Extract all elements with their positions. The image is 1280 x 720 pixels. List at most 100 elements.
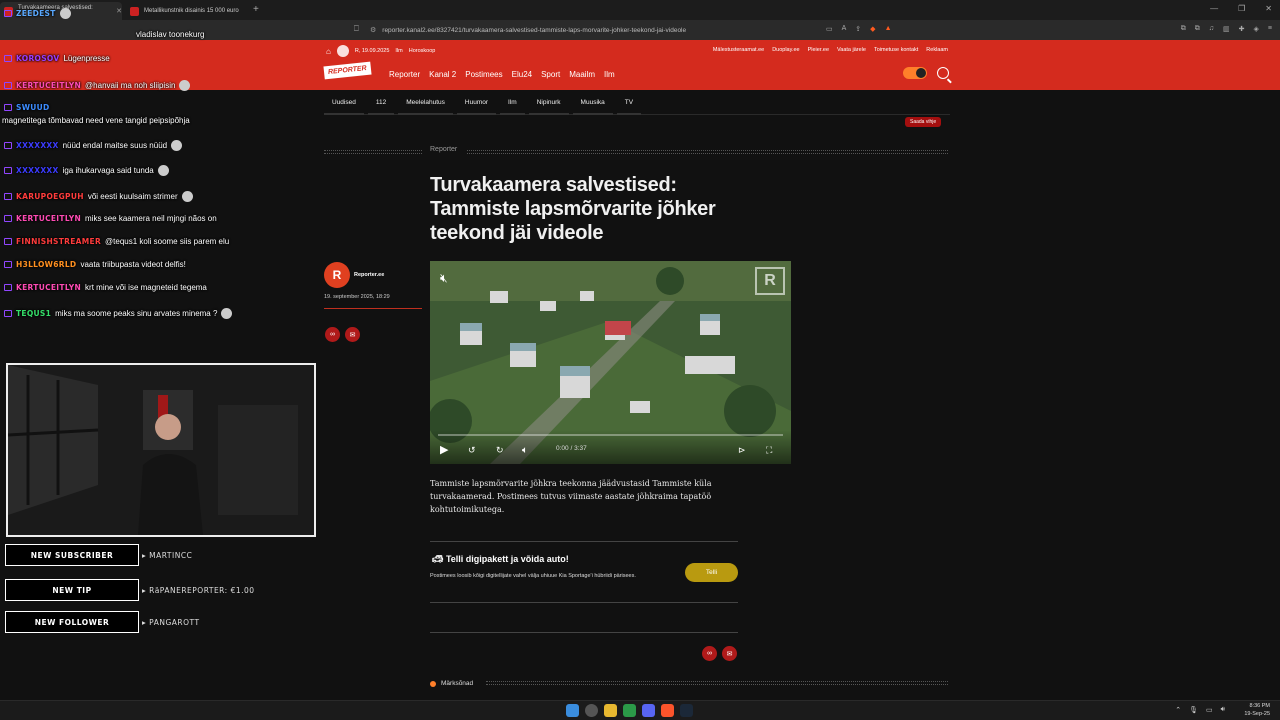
nav-item[interactable]: Elu24: [512, 70, 532, 79]
subnav-item[interactable]: 112: [367, 95, 395, 115]
subnav-item[interactable]: Uudised: [324, 95, 364, 115]
chat-badge-icon: [4, 261, 12, 268]
volume-icon[interactable]: 🔈︎: [522, 445, 528, 456]
subnav-item[interactable]: Huumor: [456, 95, 497, 115]
share-icon[interactable]: ⇪: [855, 25, 861, 33]
weather-link[interactable]: Ilm: [395, 48, 402, 54]
brave-icon[interactable]: [661, 704, 674, 717]
file-explorer-icon[interactable]: [604, 704, 617, 717]
nav-item[interactable]: Ilm: [604, 70, 615, 79]
util-link[interactable]: Mälestusteraamat.ee: [713, 47, 764, 53]
taskbar-clock[interactable]: 8:36 PM 19-Sep-25: [1244, 703, 1270, 718]
keywords-label: Märksõnad: [441, 680, 474, 687]
site-info-icon[interactable]: ⚙: [370, 26, 376, 34]
menu-icon[interactable]: ≡: [1268, 25, 1272, 33]
close-window-icon[interactable]: ✕: [1265, 4, 1272, 13]
muted-icon[interactable]: 🔇︎: [440, 271, 448, 286]
chat-message: KERTUCEITLYN miks see kaamera neil mjngi …: [4, 214, 217, 223]
section-label[interactable]: Reporter: [430, 146, 457, 153]
chat-message: SWUUD: [4, 103, 50, 112]
url-text: reporter.kanal2.ee/8327421/turvakaamera-…: [382, 26, 687, 34]
start-icon[interactable]: [566, 704, 579, 717]
util-link[interactable]: Toimetuse kontakt: [874, 47, 918, 53]
sidebar-icon[interactable]: ▥: [1223, 25, 1230, 33]
rewind-icon[interactable]: ↺: [468, 445, 476, 456]
emote-icon: [157, 165, 169, 176]
link-icon[interactable]: ∞: [325, 327, 340, 342]
address-icons: ▭ A ⇪ ◆ ▲: [826, 25, 892, 33]
nav-item[interactable]: Reporter: [389, 70, 420, 79]
new-tab-button[interactable]: +: [253, 4, 259, 15]
pip-icon[interactable]: ⊳: [738, 445, 746, 456]
alert-label: NEW TIP: [5, 579, 139, 601]
chevron-up-icon[interactable]: ⌃: [1175, 706, 1181, 714]
nav-item[interactable]: Sport: [541, 70, 560, 79]
horoscope-link[interactable]: Horoskoop: [409, 48, 436, 54]
brave-shields-icon[interactable]: ◆: [870, 25, 875, 33]
close-icon[interactable]: ✕: [116, 7, 122, 15]
search-icon[interactable]: [585, 704, 598, 717]
network-icon[interactable]: ▭: [1206, 706, 1213, 714]
emote-icon: [221, 308, 233, 319]
publish-date: 19. september 2025, 18:29: [324, 294, 390, 300]
url-field[interactable]: ⚙ reporter.kanal2.ee/8327421/turvakaamer…: [370, 23, 900, 37]
site-logo[interactable]: REPORTER: [323, 61, 372, 80]
play-icon[interactable]: ▶: [440, 443, 448, 456]
util-link[interactable]: Vaata järele: [837, 47, 866, 53]
fullscreen-icon[interactable]: ⛶: [766, 445, 772, 456]
home-icon[interactable]: ⌂: [326, 47, 331, 56]
author-block[interactable]: R Reporter.ee: [324, 262, 384, 288]
subnav-item[interactable]: Ilm: [500, 95, 525, 115]
puzzle-icon[interactable]: ✚: [1239, 25, 1245, 33]
chat-username: XXXXXXX: [16, 166, 59, 175]
subnav-item[interactable]: Nipinurk: [528, 95, 569, 115]
chat-username: KERTUCEITLYN: [16, 214, 82, 223]
system-tray: ⌃ 🎙︎ ▭ 🔊︎: [1175, 706, 1225, 714]
send-tip-button[interactable]: Saada vihje: [905, 117, 942, 127]
bookmark-icon[interactable]: ⎕: [354, 24, 359, 34]
subscription-promo: 🚙︎ Telli digipakett ja võida auto! Posti…: [430, 541, 738, 603]
extension-icon[interactable]: ⧉: [1181, 25, 1186, 33]
forward-icon[interactable]: ↻: [496, 445, 504, 456]
subnav-item[interactable]: Muusika: [572, 95, 613, 115]
subnav-item[interactable]: Meelelahutus: [398, 95, 453, 115]
emote-icon: [171, 140, 183, 151]
subnav-item[interactable]: TV: [616, 95, 642, 115]
util-link[interactable]: Reklaam: [926, 47, 948, 53]
search-icon[interactable]: [937, 67, 949, 79]
mail-icon[interactable]: ✉: [345, 327, 360, 342]
video-controls: ▶ ↺ ↻ 🔈︎ 0:00 / 3:37 ⊳ ⛶: [430, 430, 791, 464]
app-icon[interactable]: [623, 704, 636, 717]
video-progress-bar[interactable]: [438, 434, 783, 436]
extension-icons: ⧉ ⧉ ♫ ▥ ✚ ◈ ≡: [1181, 25, 1272, 33]
minimize-icon[interactable]: —: [1210, 4, 1218, 13]
brave-rewards-icon[interactable]: ▲: [885, 25, 892, 33]
chat-text: @tequs1 koli soome siis parem elu: [105, 237, 230, 246]
mic-icon[interactable]: 🎙︎: [1189, 706, 1198, 714]
maximize-icon[interactable]: ❐: [1238, 4, 1245, 13]
nav-item[interactable]: Kanal 2: [429, 70, 456, 79]
translate-icon[interactable]: A: [842, 25, 847, 33]
mail-icon[interactable]: ✉: [722, 646, 737, 661]
discord-icon[interactable]: [642, 704, 655, 717]
chat-badge-icon: [4, 238, 12, 245]
speaker-icon[interactable]: 🔊︎: [1221, 706, 1225, 714]
tab-inactive[interactable]: Metallikunstnik disainis 15 000 euro: [126, 2, 250, 20]
chat-username: ZEEDEST: [16, 9, 56, 18]
util-link[interactable]: Duoplay.ee: [772, 47, 799, 53]
theme-toggle[interactable]: [903, 67, 927, 79]
nav-item[interactable]: Maailm: [569, 70, 595, 79]
link-icon[interactable]: ∞: [702, 646, 717, 661]
clock-time: 8:36 PM: [1249, 703, 1270, 709]
cast-icon[interactable]: ▭: [826, 25, 833, 33]
video-player[interactable]: 🔇︎ R ▶ ↺ ↻ 🔈︎ 0:00 / 3:37 ⊳ ⛶: [430, 261, 791, 464]
extension-icon[interactable]: ⧉: [1195, 25, 1200, 33]
music-icon[interactable]: ♫: [1209, 25, 1214, 33]
wallet-icon[interactable]: ◈: [1254, 25, 1259, 33]
nav-item[interactable]: Postimees: [465, 70, 502, 79]
steam-icon[interactable]: [680, 704, 693, 717]
chat-badge-icon: [4, 193, 12, 200]
tab-favicon: [130, 7, 139, 16]
util-link[interactable]: Pleier.ee: [808, 47, 829, 53]
subscribe-button[interactable]: Telli: [685, 563, 738, 582]
